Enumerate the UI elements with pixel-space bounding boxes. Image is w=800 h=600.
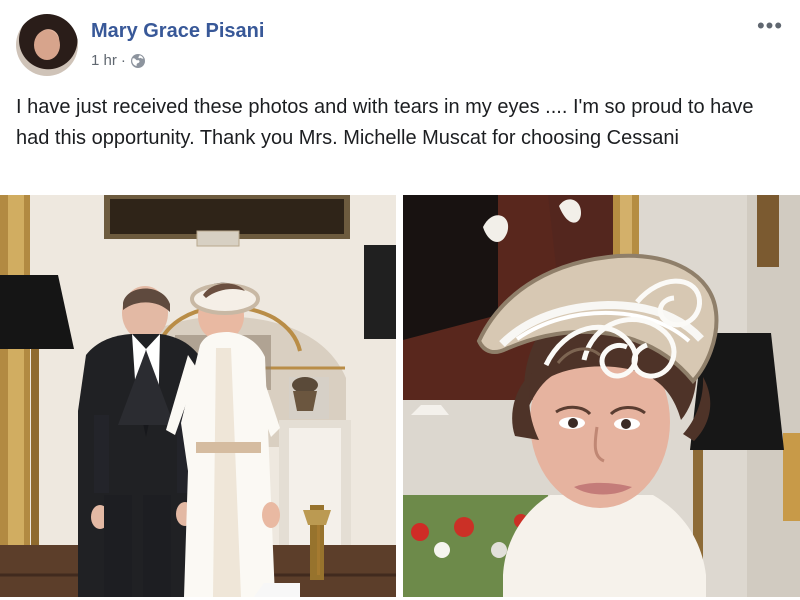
photo-left[interactable] [0, 195, 396, 597]
facebook-post: Mary Grace Pisani 1 hr · ••• I have just… [0, 0, 800, 600]
photo-left-image [0, 195, 396, 597]
photo-right-image [403, 195, 800, 597]
meta-separator: · [120, 52, 126, 69]
globe-icon[interactable] [130, 53, 146, 69]
author-name[interactable]: Mary Grace Pisani [91, 20, 264, 43]
post-meta: 1 hr · [91, 52, 146, 69]
post-message: I have just received these photos and wi… [16, 96, 754, 149]
timestamp[interactable]: 1 hr [91, 52, 117, 69]
photo-grid [0, 195, 800, 597]
avatar[interactable] [16, 14, 78, 76]
post-header: Mary Grace Pisani 1 hr · ••• [16, 14, 784, 80]
ellipsis-icon[interactable]: ••• [756, 15, 784, 37]
photo-right[interactable] [403, 195, 800, 597]
